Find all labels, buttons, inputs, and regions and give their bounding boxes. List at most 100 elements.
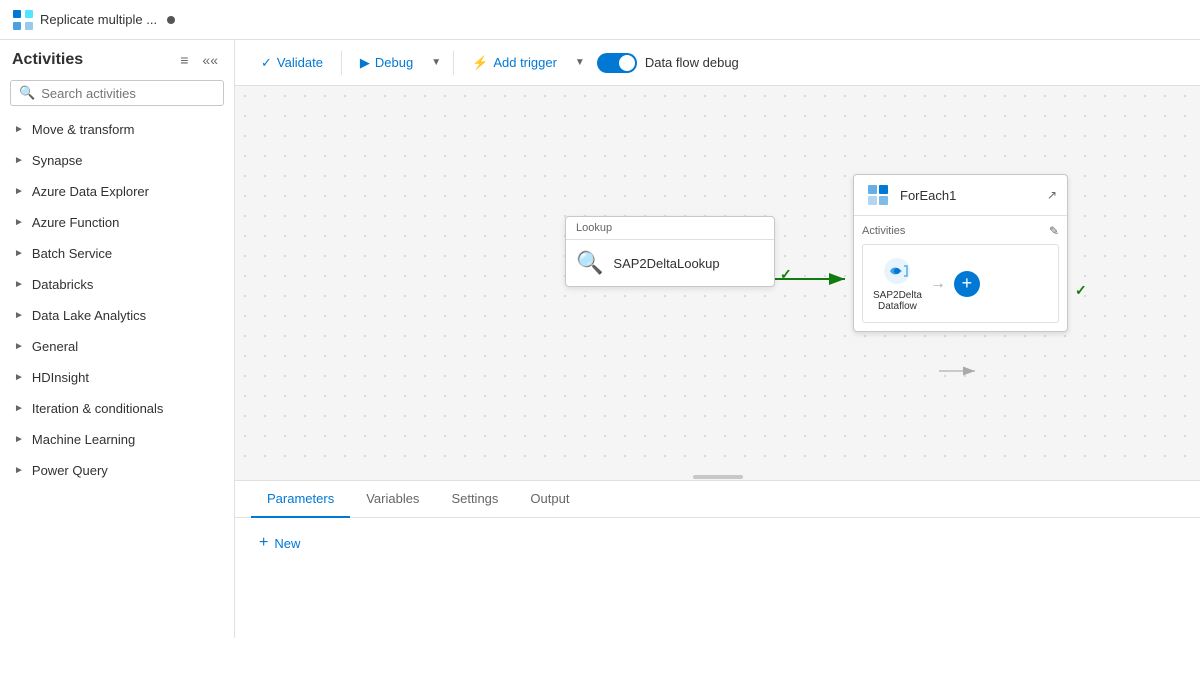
sidebar-header: Activities ≡ «« [0,40,234,76]
sidebar-item-label-iteration-conditionals: Iteration & conditionals [32,401,164,416]
sidebar-title: Activities [12,51,83,69]
data-flow-debug-toggle-area: Data flow debug [597,53,739,73]
trigger-dropdown-icon: ▼ [575,57,585,68]
sidebar-item-azure-function[interactable]: ► Azure Function [0,207,234,238]
validate-label: Validate [277,55,323,70]
foreach-expand-icon[interactable]: ↗ [1047,188,1057,202]
add-activity-button[interactable]: + [954,271,980,297]
toggle-thumb [619,55,635,71]
chevron-right-icon: ► [14,403,24,414]
sidebar-item-power-query[interactable]: ► Power Query [0,455,234,486]
add-trigger-button[interactable]: ⚡ Add trigger [462,50,567,76]
chevron-right-icon: ► [14,310,24,321]
trigger-icon: ⚡ [472,55,488,71]
sidebar-item-label-synapse: Synapse [32,153,83,168]
new-btn-plus-icon: + [259,534,268,552]
unsaved-indicator [167,16,175,24]
foreach-node-name: ForEach1 [900,188,956,203]
lookup-node-header: Lookup [566,217,774,240]
separator-2 [453,51,454,75]
sidebar-item-batch-service[interactable]: ► Batch Service [0,238,234,269]
chevron-right-icon: ► [14,124,24,135]
logo-icon [12,9,34,31]
data-flow-debug-toggle[interactable] [597,53,637,73]
validate-check-icon: ✓ [261,55,272,71]
top-bar: Replicate multiple ... [0,0,1200,40]
new-button[interactable]: + New [251,530,1184,556]
search-box: 🔍 [10,80,224,106]
lookup-node-body: 🔍 SAP2DeltaLookup [566,240,774,286]
add-trigger-label: Add trigger [493,55,557,70]
sidebar: Activities ≡ «« 🔍 ► Move & transform ► S… [0,40,235,638]
chevron-right-icon: ► [14,279,24,290]
minimize-icon[interactable]: «« [198,50,222,70]
foreach-success-check: ✓ [1075,282,1087,299]
scroll-thumb[interactable] [693,475,743,479]
foreach-node-header: ForEach1 ↗ [854,175,1067,216]
sidebar-item-move-transform[interactable]: ► Move & transform [0,114,234,145]
tab-parameters[interactable]: Parameters [251,481,350,518]
lookup-node-icon: 🔍 [576,250,603,276]
sidebar-item-synapse[interactable]: ► Synapse [0,145,234,176]
scroll-track [235,474,1200,480]
foreach-node[interactable]: ForEach1 ↗ Activities ✎ [853,174,1068,332]
dataflow-icon [881,255,913,287]
sidebar-item-data-lake-analytics[interactable]: ► Data Lake Analytics [0,300,234,331]
debug-button[interactable]: ▶ Debug [350,50,423,76]
lookup-success-check: ✓ [780,266,792,283]
edit-icon[interactable]: ✎ [1049,224,1059,238]
sidebar-item-label-machine-learning: Machine Learning [32,432,135,447]
chevron-right-icon: ► [14,217,24,228]
sidebar-item-label-general: General [32,339,78,354]
sidebar-item-label-batch-service: Batch Service [32,246,112,261]
app-title: Replicate multiple ... [40,12,157,27]
app-logo: Replicate multiple ... [12,9,175,31]
foreach-inner-label: Activities ✎ [862,224,1059,238]
sidebar-item-label-data-lake-analytics: Data Lake Analytics [32,308,146,323]
bottom-panel: ParametersVariablesSettingsOutput + New [235,480,1200,638]
lookup-node[interactable]: Lookup 🔍 SAP2DeltaLookup [565,216,775,287]
right-panel: ✓ Validate ▶ Debug ▼ ⚡ Add trigger ▼ [235,40,1200,638]
sidebar-list: ► Move & transform ► Synapse ► Azure Dat… [0,114,234,638]
dropdown-arrow-icon: ▼ [431,57,441,68]
sidebar-item-label-databricks: Databricks [32,277,93,292]
chevron-right-icon: ► [14,465,24,476]
sidebar-item-label-hdinsight: HDInsight [32,370,89,385]
chevron-right-icon: ► [14,155,24,166]
sidebar-item-machine-learning[interactable]: ► Machine Learning [0,424,234,455]
tab-settings[interactable]: Settings [435,481,514,518]
sidebar-item-hdinsight[interactable]: ► HDInsight [0,362,234,393]
search-input[interactable] [41,86,215,101]
debug-dropdown-button[interactable]: ▼ [427,52,445,73]
foreach-title-row: ForEach1 [864,181,956,209]
sidebar-item-general[interactable]: ► General [0,331,234,362]
sidebar-header-icons: ≡ «« [176,50,222,70]
canvas[interactable]: ✓ ✓ Lookup 🔍 SAP2DeltaLookup [235,86,1200,474]
inner-arrow-icon: → [930,275,946,293]
tab-content: + New [235,518,1200,638]
sidebar-item-label-azure-function: Azure Function [32,215,119,230]
tabs-row: ParametersVariablesSettingsOutput [235,481,1200,518]
sidebar-item-label-move-transform: Move & transform [32,122,135,137]
validate-button[interactable]: ✓ Validate [251,50,333,76]
toolbar: ✓ Validate ▶ Debug ▼ ⚡ Add trigger ▼ [235,40,1200,86]
chevron-right-icon: ► [14,341,24,352]
inner-node-label: SAP2DeltaDataflow [873,290,922,312]
foreach-icon [864,181,892,209]
data-flow-debug-label: Data flow debug [645,55,739,70]
main-layout: Activities ≡ «« 🔍 ► Move & transform ► S… [0,40,1200,638]
trigger-dropdown-button[interactable]: ▼ [571,52,589,73]
foreach-inner-canvas: SAP2DeltaDataflow → + [862,244,1059,323]
debug-label: Debug [375,55,413,70]
sidebar-item-iteration-conditionals[interactable]: ► Iteration & conditionals [0,393,234,424]
new-btn-label: New [274,536,300,551]
sidebar-item-databricks[interactable]: ► Databricks [0,269,234,300]
sidebar-item-azure-data-explorer[interactable]: ► Azure Data Explorer [0,176,234,207]
foreach-inner: Activities ✎ [854,216,1067,331]
inner-dataflow-node[interactable]: SAP2DeltaDataflow [873,255,922,312]
tab-output[interactable]: Output [514,481,585,518]
tab-variables[interactable]: Variables [350,481,435,518]
chevron-right-icon: ► [14,434,24,445]
collapse-icon[interactable]: ≡ [176,50,192,70]
separator-1 [341,51,342,75]
